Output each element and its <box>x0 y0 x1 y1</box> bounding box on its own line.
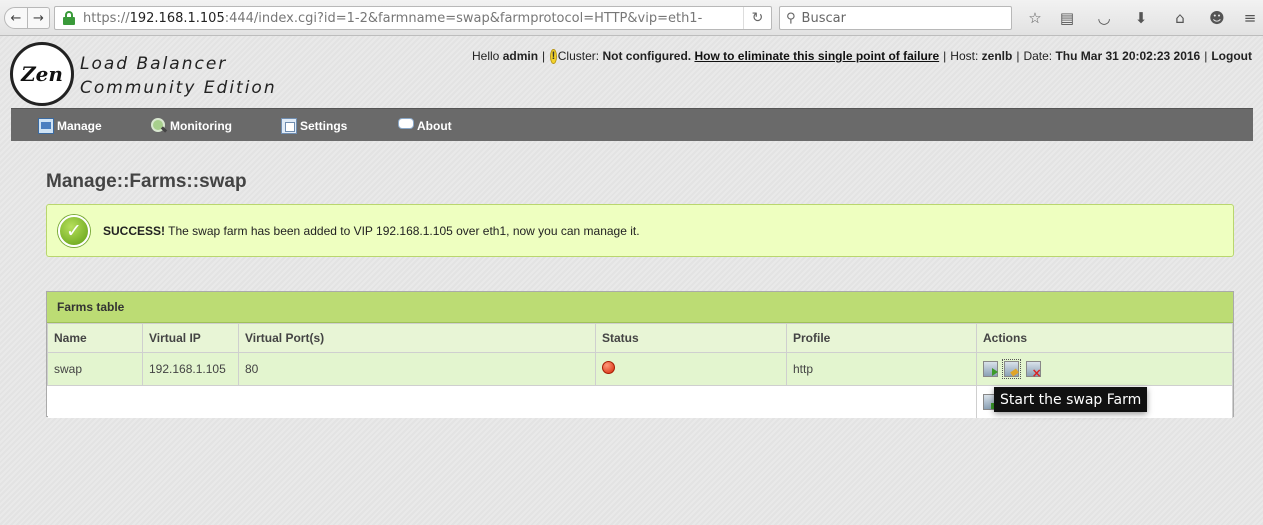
farm-actions <box>976 352 1233 386</box>
browser-search[interactable]: ⚲ <box>779 6 1012 30</box>
logout-link[interactable]: Logout <box>1211 49 1252 63</box>
search-input[interactable] <box>801 10 992 26</box>
menu-item-label: Settings <box>300 118 348 133</box>
status-stopped-icon <box>602 361 615 374</box>
star-icon[interactable]: ☆ <box>1025 8 1045 28</box>
search-icon: ⚲ <box>786 10 796 26</box>
logo: Zen Load Balancer Community Edition <box>10 42 277 108</box>
edit-farm-icon[interactable] <box>1002 359 1022 379</box>
speech-bubble-icon <box>398 117 414 129</box>
main-menu: Manage Monitoring Settings About <box>11 108 1253 141</box>
back-arrow-icon[interactable]: ← <box>4 7 28 29</box>
home-icon[interactable]: ⌂ <box>1170 8 1190 28</box>
column-header: Profile <box>786 323 977 353</box>
cluster-label: Cluster: <box>557 49 600 63</box>
menu-item-label: About <box>417 118 452 133</box>
lock-icon <box>61 10 79 26</box>
empty-cell <box>47 385 977 418</box>
logo-text: Load Balancer Community Edition <box>80 52 277 100</box>
page-title: Manage::Farms::swap <box>46 171 247 192</box>
url-text[interactable]: https://192.168.1.105:444/index.cgi?id=1… <box>83 11 733 26</box>
forward-arrow-icon[interactable]: → <box>28 7 50 29</box>
hello-label: Hello <box>472 49 500 63</box>
menu-item-about[interactable]: About <box>398 109 452 142</box>
start-farm-icon[interactable] <box>983 361 998 377</box>
warning-icon: ! <box>550 48 557 64</box>
reload-icon[interactable]: ↻ <box>743 7 771 29</box>
chat-icon[interactable]: ☻ <box>1207 8 1227 28</box>
farms-table-title: Farms table <box>47 292 1233 323</box>
browser-toolbar: ← → https://192.168.1.105:444/index.cgi?… <box>0 0 1263 36</box>
farm-name: swap <box>47 352 143 386</box>
menu-item-label: Monitoring <box>170 118 232 133</box>
logo-line-2: Community Edition <box>80 78 277 98</box>
download-icon[interactable]: ⬇ <box>1131 8 1151 28</box>
host-value: zenlb <box>981 49 1013 63</box>
farm-vip: 192.168.1.105 <box>142 352 239 386</box>
date-label: Date: <box>1023 49 1053 63</box>
column-header: Name <box>47 323 143 353</box>
menu-item-monitoring[interactable]: Monitoring <box>151 109 232 142</box>
alert-text: SUCCESS! The swap farm has been added to… <box>103 224 640 238</box>
farm-profile: http <box>786 352 977 386</box>
menu-item-label: Manage <box>57 118 102 133</box>
reading-list-icon[interactable]: ▤ <box>1057 8 1077 28</box>
alert-message: The swap farm has been added to VIP 192.… <box>168 223 640 238</box>
settings-icon <box>281 117 297 134</box>
date-value: Thu Mar 31 20:02:23 2016 <box>1055 49 1201 63</box>
menu-item-settings[interactable]: Settings <box>281 109 347 142</box>
checkmark-icon: ✓ <box>58 214 90 247</box>
table-header-row: Name Virtual IP Virtual Port(s) Status P… <box>47 323 1233 353</box>
address-bar[interactable]: https://192.168.1.105:444/index.cgi?id=1… <box>54 6 772 30</box>
success-alert: ✓ SUCCESS! The swap farm has been added … <box>46 204 1234 257</box>
column-header: Virtual Port(s) <box>238 323 596 353</box>
alert-strong: SUCCESS! <box>103 223 166 238</box>
cluster-help-link[interactable]: How to eliminate this single point of fa… <box>694 49 939 63</box>
delete-farm-icon[interactable] <box>1025 361 1042 380</box>
table-row: swap 192.168.1.105 80 http <box>47 352 1233 386</box>
menu-item-manage[interactable]: Manage <box>38 109 102 142</box>
menu-icon[interactable]: ≡ <box>1240 8 1260 28</box>
logo-line-1: Load Balancer <box>80 54 228 74</box>
column-header: Virtual IP <box>142 323 239 353</box>
column-header: Actions <box>976 323 1233 353</box>
column-header: Status <box>595 323 787 353</box>
logo-mark: Zen <box>10 42 74 106</box>
username: admin <box>502 49 539 63</box>
pocket-icon[interactable]: ◡ <box>1094 8 1114 28</box>
manage-icon <box>38 117 54 134</box>
host-label: Host: <box>950 49 979 63</box>
magnifier-icon <box>151 117 167 134</box>
tooltip: Start the swap Farm <box>994 387 1148 412</box>
farm-status <box>595 352 787 386</box>
header-status: Hello admin | ! Cluster: Not configured.… <box>472 48 1252 64</box>
cluster-value: Not configured. <box>602 49 692 63</box>
farm-port: 80 <box>238 352 596 386</box>
